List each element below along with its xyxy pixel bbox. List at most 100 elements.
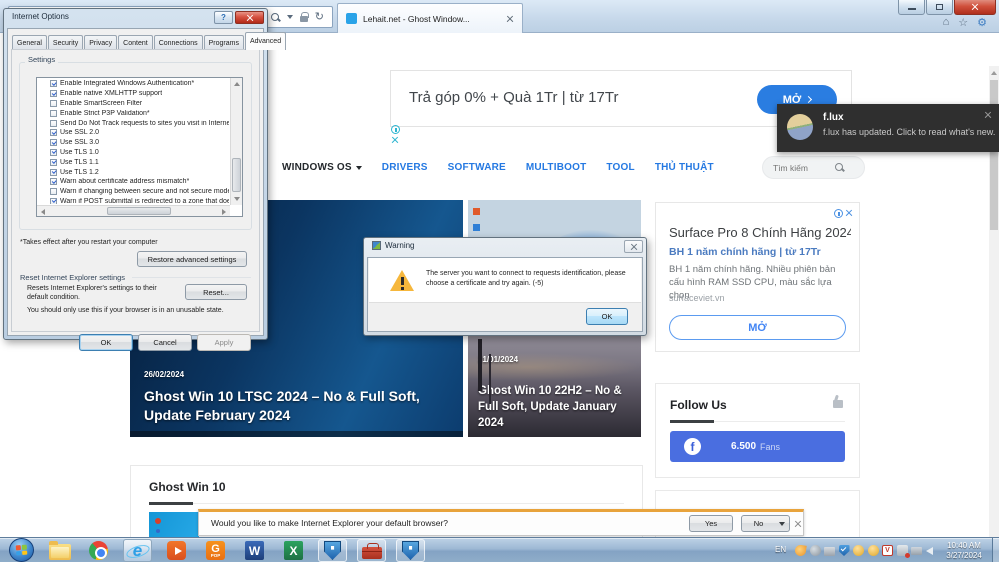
volume-icon[interactable] [925, 546, 933, 555]
taskbar-google-chrome[interactable] [79, 538, 118, 562]
dialog-titlebar[interactable]: Warning [372, 241, 415, 250]
ad-choices[interactable] [834, 209, 852, 218]
nav-item-multiboot[interactable]: MULTIBOOT [526, 162, 587, 173]
taskbar-internet-explorer[interactable]: e [118, 538, 157, 562]
settings-item[interactable]: Warn about certificate address mismatch* [38, 177, 229, 187]
internet-options-dialog[interactable]: Internet Options ? General Security Privac… [3, 8, 287, 351]
yes-button[interactable]: Yes [689, 515, 733, 532]
tab-connections[interactable]: Connections [153, 35, 203, 50]
sun-icon-2[interactable] [867, 545, 879, 556]
scroll-right-icon[interactable] [222, 209, 226, 215]
home-icon[interactable]: ⌂ [943, 16, 950, 29]
network-error-icon[interactable] [896, 545, 910, 558]
minimize-button[interactable] [898, 0, 925, 15]
flux-sun-icon[interactable] [853, 545, 864, 556]
checkbox-unchecked[interactable] [50, 119, 57, 127]
nav-item-drivers[interactable]: DRIVERS [382, 162, 428, 173]
checkbox-checked[interactable] [50, 197, 57, 204]
taskbar-word[interactable]: W [235, 538, 274, 562]
flux-notification[interactable]: f.lux f.lux has updated. Click to read w… [777, 104, 999, 152]
site-search[interactable] [762, 156, 865, 179]
ad-info-icon[interactable] [391, 125, 400, 134]
restore-advanced-settings-button[interactable]: Restore advanced settings [137, 251, 247, 267]
tab-privacy[interactable]: Privacy [84, 35, 118, 50]
checkbox-checked[interactable] [50, 148, 57, 156]
checkbox-checked[interactable] [50, 129, 57, 137]
settings-item[interactable]: Use TLS 1.2 [38, 167, 229, 177]
taskbar-shield-app-1[interactable] [313, 538, 352, 562]
checkbox-unchecked[interactable] [50, 109, 57, 117]
sidebar-ad[interactable]: Surface Pro 8 Chính Hãng 2024 BH 1 năm c… [655, 202, 860, 352]
search-icon[interactable] [835, 163, 844, 172]
settings-tool-icon[interactable] [809, 545, 821, 556]
post-title[interactable]: Ghost Win 10 22H2 – No & Full Soft, Upda… [478, 383, 638, 431]
ad-choices[interactable] [391, 125, 400, 143]
printer-icon[interactable] [824, 546, 835, 556]
tab-advanced[interactable]: Advanced [244, 32, 287, 50]
taskbar-media-player[interactable] [157, 538, 196, 562]
checkbox-unchecked[interactable] [50, 99, 57, 107]
ad-open-button[interactable]: MỞ [669, 315, 846, 340]
post-title[interactable]: Ghost Win 10 LTSC 2024 – No & Full Soft,… [144, 387, 444, 425]
favorites-star-icon[interactable]: ☆ [958, 16, 968, 29]
dialog-close-button[interactable] [624, 240, 643, 253]
settings-item[interactable]: Use TLS 1.1 [38, 157, 229, 167]
ad-info-icon[interactable] [834, 209, 843, 218]
facebook-fans-button[interactable]: f 6.500 Fans [670, 431, 845, 462]
settings-item[interactable]: Use SSL 2.0 [38, 128, 229, 138]
reset-button[interactable]: Reset... [185, 284, 247, 300]
ad-close-icon[interactable] [845, 209, 852, 216]
dialog-titlebar[interactable]: Internet Options [12, 12, 69, 21]
chevron-down-icon[interactable] [286, 15, 293, 19]
list-horizontal-scrollbar[interactable] [37, 205, 230, 216]
settings-item[interactable]: Enable SmartScreen Filter [38, 99, 229, 109]
scroll-up-icon[interactable] [991, 71, 997, 75]
settings-item[interactable]: Enable Strict P3P Validation* [38, 108, 229, 118]
tab-content[interactable]: Content [118, 35, 153, 50]
checkbox-checked[interactable] [50, 168, 57, 176]
taskbar-g-pop-app[interactable]: G POP [196, 538, 235, 562]
warning-dialog[interactable]: Warning The server you want to connect t… [363, 237, 647, 336]
settings-item[interactable]: Warn if POST submittal is redirected to … [38, 197, 229, 204]
dialog-close-button[interactable] [235, 11, 264, 24]
refresh-icon[interactable]: ↻ [315, 11, 324, 23]
taskbar-excel[interactable]: X [274, 538, 313, 562]
display-icon[interactable] [911, 547, 922, 555]
settings-gear-icon[interactable]: ⚙ [977, 16, 987, 29]
list-vertical-scrollbar[interactable] [230, 78, 242, 205]
featured-post-2[interactable]: 21/01/2024 Ghost Win 10 22H2 – No & Full… [468, 333, 641, 437]
settings-item[interactable]: Enable native XMLHTTP support [38, 89, 229, 99]
scroll-left-icon[interactable] [41, 209, 45, 215]
ad-close-icon[interactable] [391, 136, 398, 143]
tab-general[interactable]: General [12, 35, 47, 50]
help-button[interactable]: ? [214, 11, 233, 24]
cancel-button[interactable]: Cancel [138, 334, 192, 351]
tab-programs[interactable]: Programs [203, 35, 244, 50]
no-dropdown-button[interactable] [775, 515, 790, 532]
checkbox-checked[interactable] [50, 80, 57, 88]
show-desktop-button[interactable] [992, 538, 999, 562]
ok-button[interactable]: OK [79, 334, 133, 351]
scroll-down-icon[interactable] [234, 197, 240, 201]
taskbar-windows-explorer[interactable] [40, 538, 79, 562]
advanced-settings-listbox[interactable]: Enable Integrated Windows Authentication… [36, 77, 243, 217]
settings-item[interactable]: Warn if changing between secure and not … [38, 187, 229, 197]
scrollbar-thumb[interactable] [232, 158, 241, 192]
nav-item-software[interactable]: SOFTWARE [448, 162, 506, 173]
notification-close-icon[interactable] [794, 520, 801, 527]
no-button[interactable]: No [741, 515, 776, 532]
nav-item-windows-os[interactable]: WINDOWS OS [282, 162, 362, 173]
start-button[interactable] [9, 538, 34, 562]
taskbar-clock[interactable]: 10:40 AM 3/27/2024 [938, 541, 990, 560]
settings-item[interactable]: Use SSL 3.0 [38, 138, 229, 148]
settings-item[interactable]: Send Do Not Track requests to sites you … [38, 118, 229, 128]
checkbox-checked[interactable] [50, 90, 57, 98]
search-icon[interactable] [270, 12, 280, 22]
tab-close-icon[interactable] [506, 15, 514, 23]
v-app-icon[interactable]: V [882, 545, 893, 556]
unikey-arrow-icon[interactable] [794, 544, 807, 557]
checkbox-checked[interactable] [50, 139, 57, 147]
taskbar-toolbox-app[interactable] [352, 538, 391, 562]
scrollbar-thumb[interactable] [990, 80, 998, 230]
browser-tab[interactable]: Lehait.net - Ghost Window... [337, 3, 523, 33]
